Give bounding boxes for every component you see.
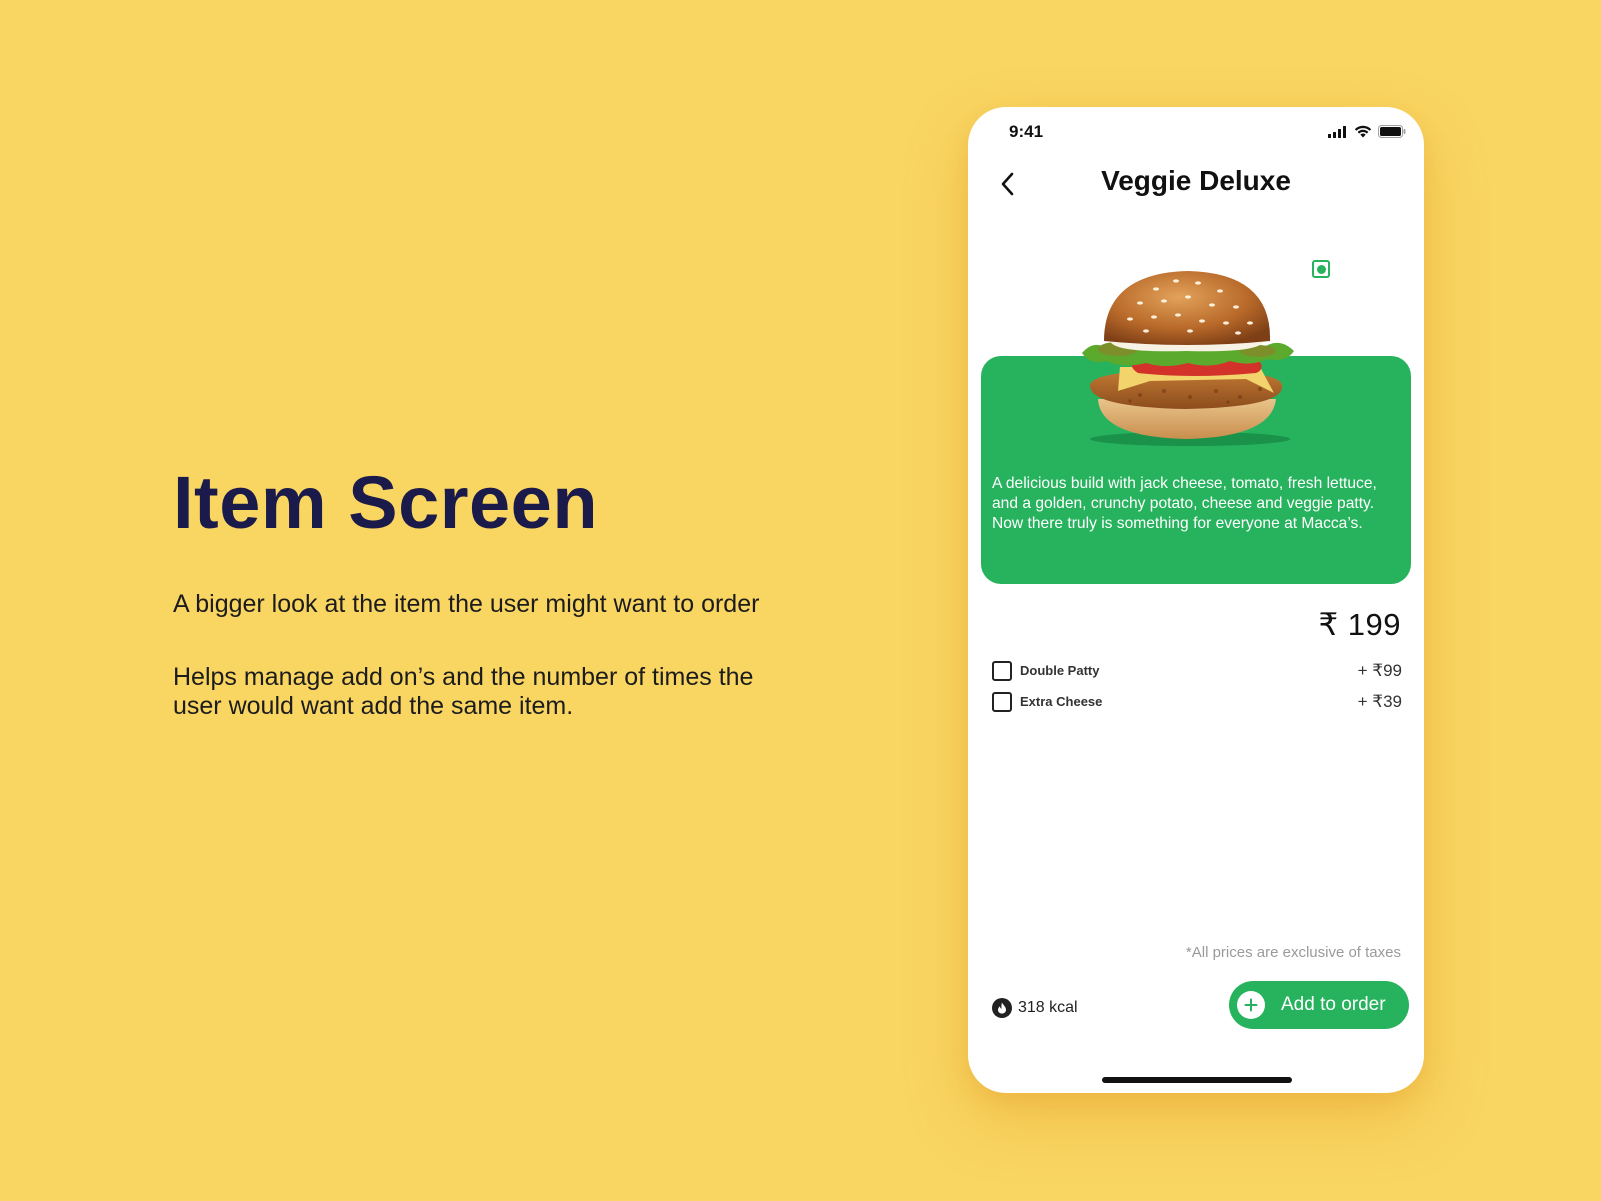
- veg-badge-icon: [1312, 260, 1330, 278]
- tax-note: *All prices are exclusive of taxes: [1185, 944, 1401, 961]
- addon-label: Double Patty: [1020, 663, 1100, 678]
- addon-double-patty[interactable]: Double Patty + ₹99: [992, 655, 1402, 686]
- status-bar: 9:41: [968, 107, 1424, 157]
- calorie-info: 318 kcal: [992, 998, 1078, 1018]
- addon-price: + ₹99: [1357, 660, 1402, 680]
- status-icons: [1328, 125, 1406, 138]
- plus-icon: [1237, 991, 1265, 1019]
- add-to-order-button[interactable]: Add to order: [1229, 981, 1409, 1029]
- addon-extra-cheese[interactable]: Extra Cheese + ₹39: [992, 686, 1402, 717]
- screen-title: Veggie Deluxe: [1101, 165, 1291, 196]
- intro-paragraph-1: A bigger look at the item the user might…: [173, 590, 760, 618]
- addon-checkbox[interactable]: [992, 691, 1012, 712]
- addon-label: Extra Cheese: [1020, 694, 1103, 709]
- burger-image: [1082, 271, 1294, 446]
- intro-section: Item Screen A bigger look at the item th…: [173, 462, 793, 721]
- addon-checkbox[interactable]: [992, 660, 1012, 681]
- home-indicator[interactable]: [1102, 1077, 1292, 1083]
- item-description: A delicious build with jack cheese, toma…: [992, 475, 1377, 532]
- intro-paragraph-2: Helps manage add on’s and the number of …: [173, 663, 754, 720]
- addons-list: Double Patty + ₹99 Extra Cheese + ₹39: [992, 655, 1402, 717]
- flame-icon: [992, 998, 1012, 1018]
- phone-frame: 9:41 Veggie Deluxe A delicious build wit…: [968, 107, 1424, 1093]
- battery-icon: [1378, 125, 1406, 138]
- wifi-icon: [1354, 125, 1372, 138]
- item-price: ₹ 199: [1318, 607, 1401, 642]
- calorie-value: 318 kcal: [1018, 999, 1078, 1016]
- status-time: 9:41: [1009, 122, 1044, 141]
- addon-price: + ₹39: [1357, 691, 1402, 711]
- cellular-signal-icon: [1328, 125, 1346, 138]
- add-to-order-label: Add to order: [1281, 994, 1386, 1015]
- intro-title: Item Screen: [173, 461, 599, 544]
